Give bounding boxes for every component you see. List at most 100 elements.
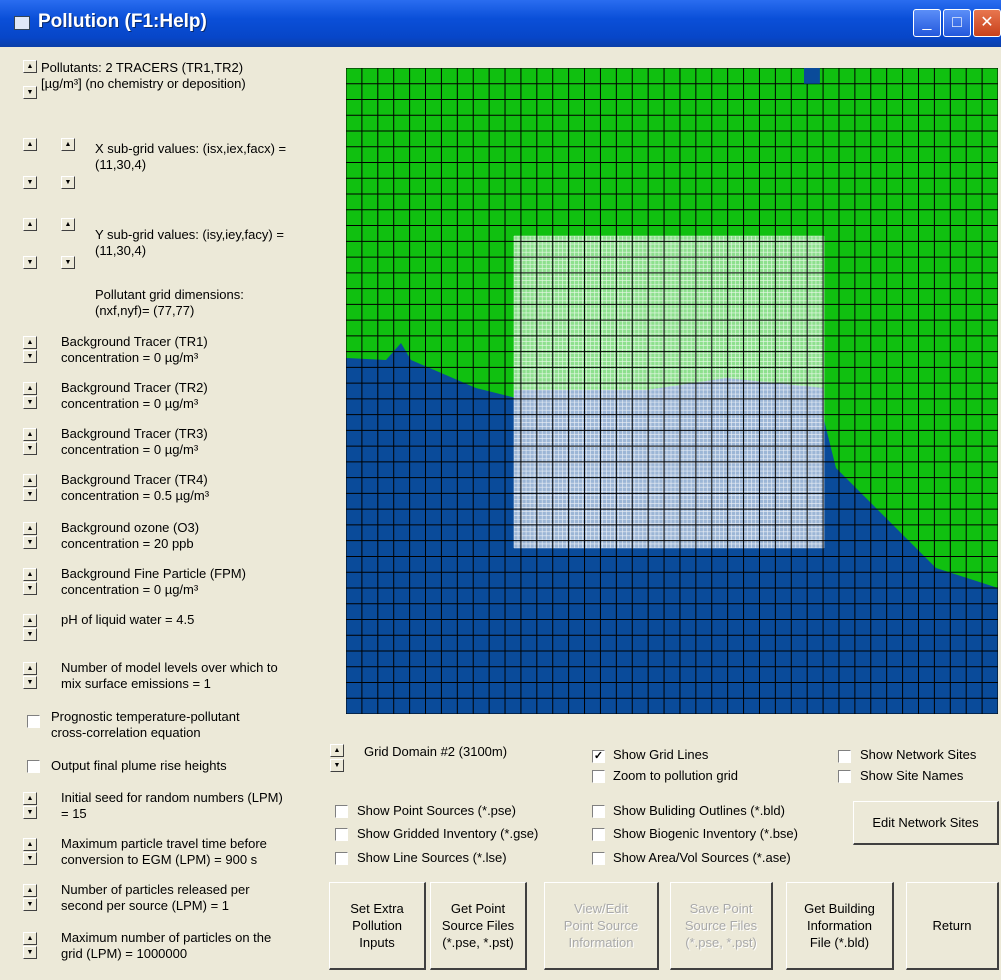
pollutants-line1: Pollutants: 2 TRACERS (TR1,TR2) — [41, 60, 244, 75]
xsub-spinner-2[interactable]: ▲ ▼ — [61, 138, 75, 190]
spin-up-icon[interactable]: ▲ — [23, 884, 37, 897]
ysub-spinner-2[interactable]: ▲ ▼ — [61, 218, 75, 270]
spin-down-icon[interactable]: ▼ — [330, 759, 344, 772]
param-label: Background Tracer (TR3) concentration = 0… — [61, 426, 208, 458]
spin-down-icon[interactable]: ▼ — [23, 946, 37, 959]
edit-network-sites-button[interactable]: Edit Network Sites — [853, 801, 999, 845]
spin-down-icon[interactable]: ▼ — [23, 396, 37, 409]
ysub-spinner-1[interactable]: ▲ ▼ — [23, 218, 37, 270]
xsub-spinner-1[interactable]: ▲ ▼ — [23, 138, 37, 190]
prognostic-checkbox[interactable] — [27, 715, 40, 728]
spin-up-icon[interactable]: ▲ — [23, 932, 37, 945]
lpm-spinner[interactable]: ▲ ▼ — [23, 838, 37, 866]
water-cell — [804, 68, 820, 84]
param-label: Background Tracer (TR2) concentration = 0… — [61, 380, 208, 412]
set-extra-pollution-inputs-button[interactable]: Set Extra Pollution Inputs — [329, 882, 426, 970]
param-spinner[interactable]: ▲ ▼ — [23, 614, 37, 642]
spin-up-icon[interactable]: ▲ — [23, 138, 37, 151]
spin-up-icon[interactable]: ▲ — [23, 662, 37, 675]
line-sources-checkbox[interactable] — [335, 852, 348, 865]
biogenic-label: Show Biogenic Inventory (*.bse) — [613, 826, 798, 841]
spin-down-icon[interactable]: ▼ — [23, 350, 37, 363]
param-spinner[interactable]: ▲ ▼ — [23, 428, 37, 456]
spin-up-icon[interactable]: ▲ — [23, 614, 37, 627]
biogenic-checkbox[interactable] — [592, 828, 605, 841]
spin-up-icon[interactable]: ▲ — [23, 568, 37, 581]
lpm-line2: grid (LPM) = 1000000 — [61, 946, 188, 961]
spin-up-icon[interactable]: ▲ — [23, 336, 37, 349]
spin-down-icon[interactable]: ▼ — [23, 806, 37, 819]
point-sources-label: Show Point Sources (*.pse) — [357, 803, 516, 818]
spin-up-icon[interactable]: ▲ — [23, 428, 37, 441]
spin-down-icon[interactable]: ▼ — [23, 898, 37, 911]
spin-down-icon[interactable]: ▼ — [23, 852, 37, 865]
zoom-label: Zoom to pollution grid — [613, 768, 739, 783]
pollutants-spinner[interactable]: ▲ ▼ — [23, 60, 37, 99]
point-sources-checkbox[interactable] — [335, 805, 348, 818]
param-spinner[interactable]: ▲ ▼ — [23, 382, 37, 410]
network-sites-checkbox[interactable] — [838, 750, 851, 763]
view-edit-point-source-button[interactable]: View/Edit Point Source Information — [544, 882, 659, 970]
spin-up-icon[interactable]: ▲ — [330, 744, 344, 757]
lpm-label: Maximum particle travel time before conve… — [61, 836, 267, 868]
prognostic-label: Prognostic temperature-pollutant cross-c… — [51, 709, 240, 741]
grid-dimensions-label: Pollutant grid dimensions: (nxf,nyf)= (7… — [95, 287, 244, 319]
show-grid-lines-checkbox[interactable]: ✓ — [592, 750, 605, 763]
spin-down-icon[interactable]: ▼ — [23, 536, 37, 549]
area-vol-checkbox[interactable] — [592, 852, 605, 865]
spin-up-icon[interactable]: ▲ — [23, 382, 37, 395]
get-building-information-button[interactable]: Get Building Information File (*.bld) — [786, 882, 894, 970]
param-label: Background ozone (O3) concentration = 20 … — [61, 520, 199, 552]
lpm-line2: = 15 — [61, 806, 87, 821]
param-line1: Background Tracer (TR1) — [61, 334, 208, 349]
minimize-button[interactable]: _ — [913, 9, 941, 37]
building-checkbox[interactable] — [592, 805, 605, 818]
param-spinner[interactable]: ▲ ▼ — [23, 662, 37, 690]
close-button[interactable]: ✕ — [973, 9, 1001, 37]
spin-down-icon[interactable]: ▼ — [23, 86, 37, 99]
gridded-checkbox[interactable] — [335, 828, 348, 841]
spin-up-icon[interactable]: ▲ — [23, 218, 37, 231]
param-spinner[interactable]: ▲ ▼ — [23, 568, 37, 596]
zoom-checkbox[interactable] — [592, 770, 605, 783]
return-button[interactable]: Return — [906, 882, 999, 970]
maximize-button[interactable]: □ — [943, 9, 971, 37]
show-grid-lines-label: Show Grid Lines — [613, 747, 709, 762]
spin-up-icon[interactable]: ▲ — [61, 218, 75, 231]
pollution-grid-map[interactable] — [346, 68, 998, 714]
spin-up-icon[interactable]: ▲ — [23, 60, 37, 73]
param-spinner[interactable]: ▲ ▼ — [23, 522, 37, 550]
param-label: Background Tracer (TR4) concentration = 0… — [61, 472, 209, 504]
get-point-source-files-button[interactable]: Get Point Source Files (*.pse, *.pst) — [430, 882, 527, 970]
site-names-label: Show Site Names — [860, 768, 964, 783]
lpm-line1: Initial seed for random numbers (LPM) — [61, 790, 283, 805]
param-spinner[interactable]: ▲ ▼ — [23, 336, 37, 364]
spin-down-icon[interactable]: ▼ — [61, 256, 75, 269]
domain-spinner[interactable]: ▲ ▼ — [330, 744, 344, 774]
spin-up-icon[interactable]: ▲ — [23, 792, 37, 805]
lpm-spinner[interactable]: ▲ ▼ — [23, 884, 37, 912]
spin-down-icon[interactable]: ▼ — [23, 628, 37, 641]
spin-down-icon[interactable]: ▼ — [23, 442, 37, 455]
spin-up-icon[interactable]: ▲ — [23, 838, 37, 851]
spin-up-icon[interactable]: ▲ — [61, 138, 75, 151]
spin-down-icon[interactable]: ▼ — [23, 488, 37, 501]
save-point-source-files-button[interactable]: Save Point Source Files (*.pse, *.pst) — [670, 882, 773, 970]
site-names-checkbox[interactable] — [838, 770, 851, 783]
param-spinner[interactable]: ▲ ▼ — [23, 474, 37, 502]
lpm-label: Maximum number of particles on the grid (… — [61, 930, 271, 962]
spin-down-icon[interactable]: ▼ — [23, 256, 37, 269]
lpm-spinner[interactable]: ▲ ▼ — [23, 932, 37, 960]
spin-down-icon[interactable]: ▼ — [61, 176, 75, 189]
lpm-spinner[interactable]: ▲ ▼ — [23, 792, 37, 820]
pollutants-line2: [µg/m³] (no chemistry or deposition) — [41, 76, 246, 91]
spin-down-icon[interactable]: ▼ — [23, 176, 37, 189]
spin-up-icon[interactable]: ▲ — [23, 474, 37, 487]
title-bar: Pollution (F1:Help) _ □ ✕ — [0, 0, 1001, 47]
xsub-label: X sub-grid values: (isx,iex,facx) = (11,… — [95, 141, 286, 173]
spin-down-icon[interactable]: ▼ — [23, 676, 37, 689]
spin-down-icon[interactable]: ▼ — [23, 582, 37, 595]
param-label: Background Fine Particle (FPM) concentrat… — [61, 566, 246, 598]
plume-checkbox[interactable] — [27, 760, 40, 773]
spin-up-icon[interactable]: ▲ — [23, 522, 37, 535]
